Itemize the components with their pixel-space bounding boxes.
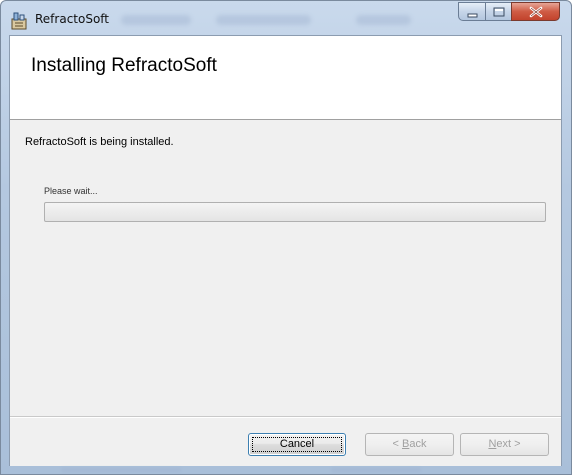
title-bar-background-ghost: [356, 15, 411, 25]
back-button[interactable]: < Back: [365, 433, 454, 456]
dialog-client-area: Installing RefractoSoft RefractoSoft is …: [9, 35, 562, 466]
focus-rectangle: [252, 437, 342, 452]
next-button-suffix: >: [511, 438, 521, 450]
install-progress-bar: [44, 202, 546, 222]
installer-window: RefractoSoft Installing RefractoSoft Ref…: [0, 0, 572, 475]
footer-divider: [10, 417, 561, 418]
page-title: Installing RefractoSoft: [31, 55, 217, 76]
minimize-button[interactable]: [458, 2, 486, 21]
close-button[interactable]: [511, 2, 560, 21]
caption-buttons: [458, 2, 564, 22]
taskbar-background-ghost: [61, 467, 181, 473]
next-button-label: ext: [496, 438, 512, 450]
back-button-prefix: <: [392, 438, 402, 450]
button-footer: Cancel < Back Next >: [10, 416, 561, 466]
title-bar-background-ghost: [216, 15, 311, 25]
close-icon: [529, 6, 543, 18]
next-button[interactable]: Next >: [460, 433, 549, 456]
maximize-icon: [493, 7, 505, 17]
maximize-button[interactable]: [485, 2, 512, 21]
title-bar[interactable]: RefractoSoft: [1, 1, 571, 35]
window-title: RefractoSoft: [35, 12, 110, 26]
minimize-icon: [467, 13, 478, 18]
header-banner: Installing RefractoSoft: [10, 36, 561, 120]
title-bar-background-ghost: [121, 15, 191, 25]
taskbar-background-ghost: [331, 467, 421, 473]
installer-app-icon: [10, 11, 30, 31]
cancel-button[interactable]: Cancel: [248, 433, 346, 456]
back-button-label: ack: [409, 438, 427, 450]
install-status-text: RefractoSoft is being installed.: [25, 136, 174, 148]
progress-label: Please wait...: [44, 186, 98, 196]
